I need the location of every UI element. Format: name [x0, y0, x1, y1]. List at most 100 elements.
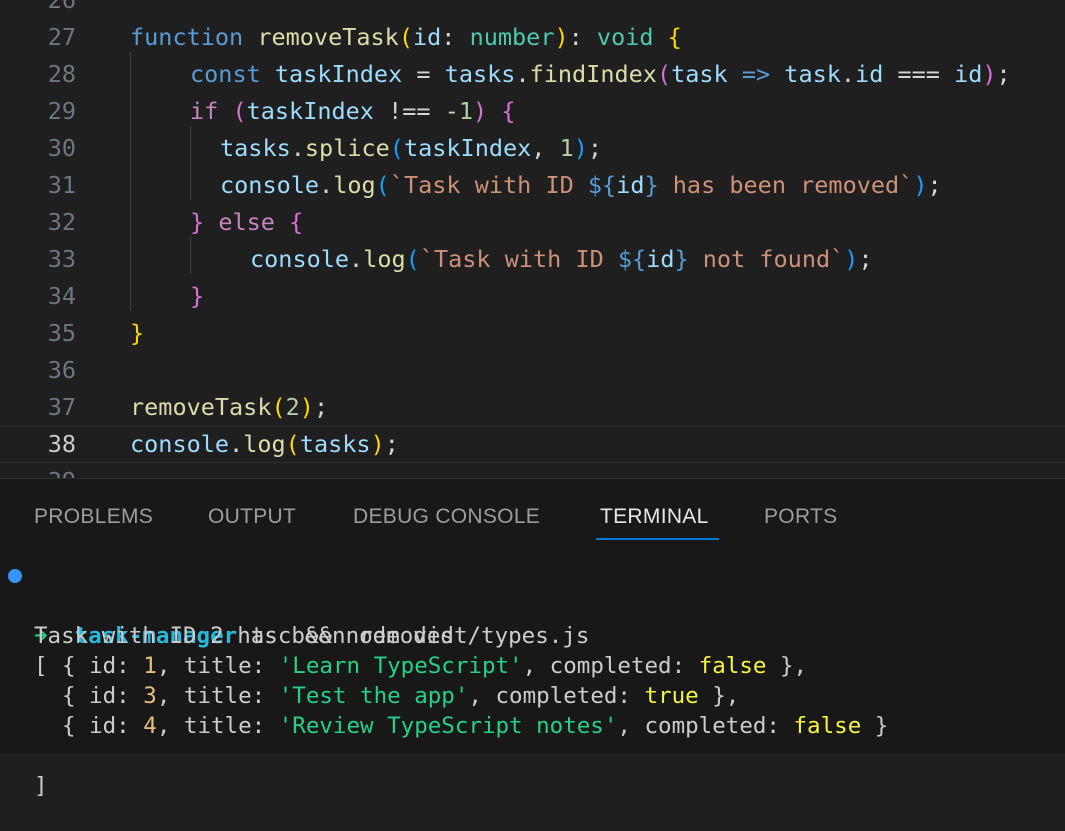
code-token: console — [220, 171, 320, 199]
code-token: taskIndex — [246, 97, 374, 125]
line-number: 34 — [47, 282, 76, 310]
terminal-token: { id: — [62, 713, 144, 739]
indent-guide — [190, 126, 191, 200]
code-token: 1 — [559, 134, 574, 162]
code-token: else — [218, 208, 275, 236]
code-token: ; — [858, 245, 873, 273]
code-token: id — [616, 171, 645, 199]
tab-debug-console[interactable]: DEBUG CONSOLE — [353, 505, 540, 539]
indent-guide — [190, 237, 191, 274]
code-token: const — [190, 60, 275, 88]
code-line[interactable]: 28 const taskIndex = tasks.findIndex(task… — [0, 56, 1065, 93]
code-token: { — [667, 23, 682, 51]
code-line[interactable]: 37 removeTask(2); — [0, 389, 1065, 426]
code-token: `Task with ID — [419, 245, 618, 273]
code-text: const taskIndex = tasks.findIndex(task =… — [190, 56, 1011, 93]
terminal-token: false — [793, 713, 862, 739]
command-status-dot-icon[interactable] — [8, 569, 22, 583]
code-token: { — [289, 208, 304, 236]
code-line[interactable]: 39 — [0, 463, 1065, 478]
code-token: `Task with ID — [389, 171, 588, 199]
code-line[interactable]: 36 — [0, 352, 1065, 389]
terminal-token: 4 — [143, 713, 157, 739]
code-line[interactable]: 35} — [0, 315, 1065, 352]
code-token: splice — [304, 134, 390, 162]
code-token: ( — [375, 171, 390, 199]
terminal-object-row: { id: 3, title: 'Test the app', complete… — [0, 681, 1065, 711]
active-tab-indicator — [596, 538, 719, 540]
code-line[interactable]: 32} else { — [0, 204, 1065, 241]
terminal-token: 'Learn TypeScript' — [278, 653, 523, 679]
code-line[interactable]: 30 tasks.splice(taskIndex, 1); — [0, 130, 1065, 167]
code-text: } — [190, 278, 204, 315]
code-token: : — [568, 23, 597, 51]
code-token: id — [855, 60, 884, 88]
terminal-token: 3 — [143, 683, 157, 709]
bottom-panel: PROBLEMS OUTPUT DEBUG CONSOLE TERMINAL P… — [0, 478, 1065, 799]
code-token: => — [741, 60, 771, 88]
code-token: ) — [299, 393, 314, 421]
tab-ports[interactable]: PORTS — [764, 505, 837, 539]
code-token: . — [319, 171, 334, 199]
terminal-token: { id: — [62, 653, 144, 679]
code-token: ) — [573, 134, 588, 162]
code-line[interactable]: 38 console.log(tasks); — [0, 426, 1065, 463]
code-token: taskIndex — [403, 134, 532, 162]
code-token: number — [469, 23, 555, 51]
code-token: if — [190, 97, 219, 125]
tab-problems[interactable]: PROBLEMS — [34, 505, 153, 539]
code-line[interactable]: 33 console.log(`Task with ID ${id} not fo… — [0, 241, 1065, 278]
code-token: === — [883, 60, 955, 88]
code-line[interactable]: 31 console.log(`Task with ID ${id} has be… — [0, 167, 1065, 204]
terminal-token: , completed: — [617, 713, 794, 739]
code-token: ( — [271, 393, 286, 421]
code-token: ) — [844, 245, 859, 273]
terminal-token: 1 — [143, 653, 157, 679]
code-line[interactable]: 29 if (taskIndex !== -1) { — [0, 93, 1065, 130]
code-token: } — [190, 208, 205, 236]
code-token: tasks — [299, 430, 371, 458]
code-token: log — [363, 245, 406, 273]
terminal-token: , title: — [156, 683, 279, 709]
terminal-object-row: { id: 1, title: 'Learn TypeScript', comp… — [0, 651, 1065, 681]
code-token: } — [190, 282, 205, 310]
code-line[interactable]: 27 function removeTask(id: number): void … — [0, 19, 1065, 56]
terminal-token: true — [644, 683, 699, 709]
line-number: 33 — [47, 245, 76, 273]
code-token: id — [412, 23, 442, 51]
code-token: ) — [913, 171, 928, 199]
code-text: function removeTask(id: number): void { — [130, 19, 682, 56]
code-text: } — [130, 315, 144, 352]
code-token: } — [644, 171, 659, 199]
code-token: ${ — [587, 171, 617, 199]
code-token: id — [954, 60, 983, 88]
line-number: 37 — [47, 393, 76, 421]
code-line[interactable]: 26 — [0, 0, 1065, 19]
code-editor[interactable]: 26 27 function removeTask(id: number): voi… — [0, 0, 1065, 478]
code-token: id — [646, 245, 675, 273]
tab-terminal[interactable]: TERMINAL — [600, 505, 709, 539]
terminal-token: }, — [698, 683, 740, 709]
line-number: 31 — [47, 171, 76, 199]
code-token: ; — [384, 430, 399, 458]
terminal-token: 'Test the app' — [278, 683, 469, 709]
code-token: removeTask — [130, 393, 272, 421]
line-number: 38 — [47, 430, 76, 458]
code-token: ; — [587, 134, 603, 162]
code-text: removeTask(2); — [130, 389, 328, 426]
code-token: . — [290, 134, 305, 162]
code-line[interactable]: 34} — [0, 278, 1065, 315]
line-number: 29 — [47, 97, 76, 125]
code-text: tasks.splice(taskIndex, 1); — [220, 130, 602, 167]
line-number: 30 — [47, 134, 76, 162]
code-token: ; — [927, 171, 942, 199]
code-token: { — [501, 97, 516, 125]
tab-output[interactable]: OUTPUT — [208, 505, 296, 539]
code-token: log — [243, 430, 286, 458]
terminal-prompt-line: ➜ task-manager tsc && node dist/types.js — [0, 561, 1065, 649]
code-text: } else { — [190, 204, 303, 241]
